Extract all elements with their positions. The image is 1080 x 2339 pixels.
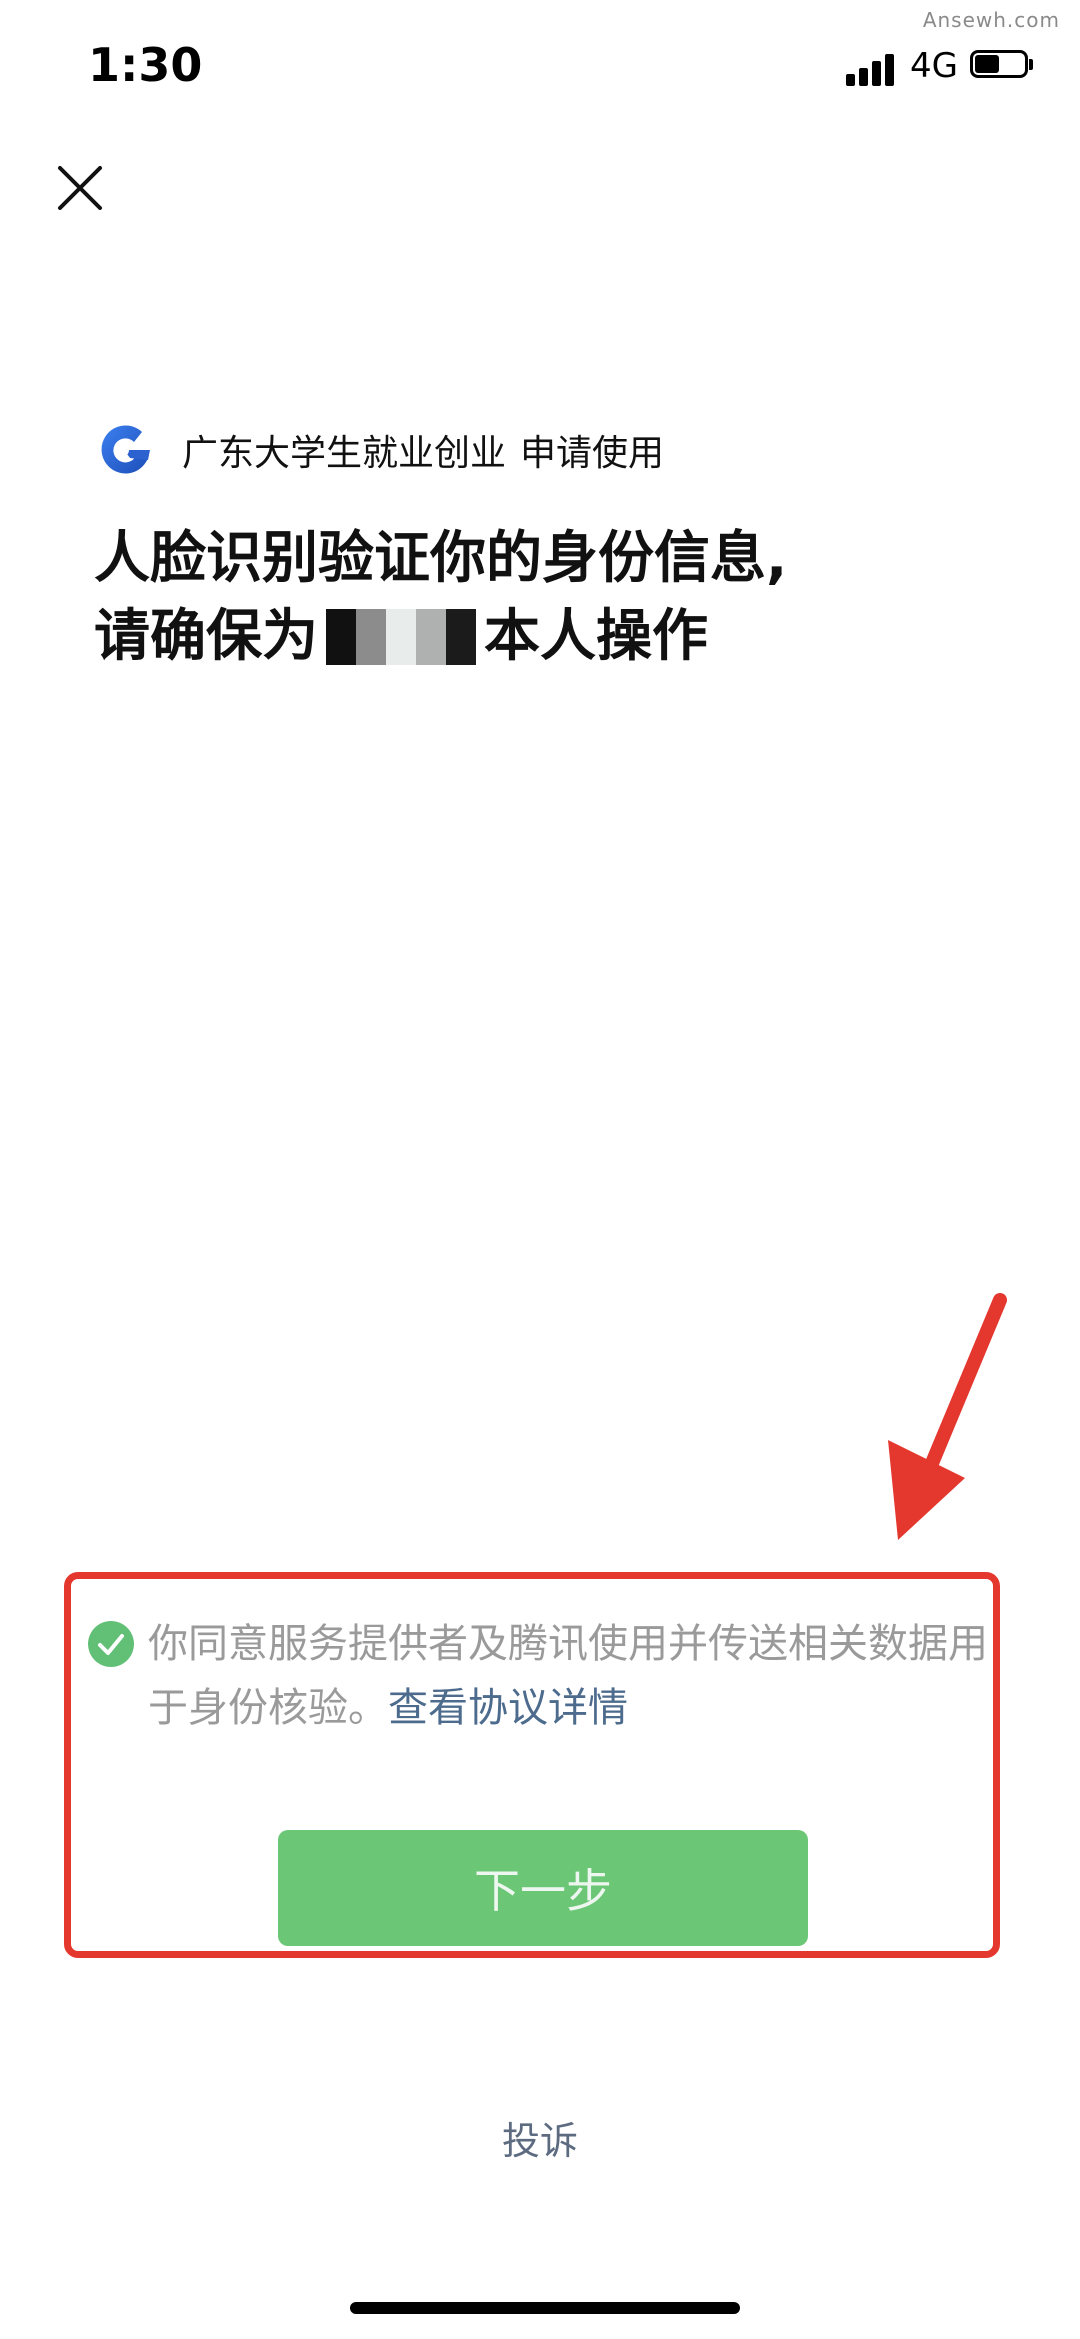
consent-checkbox[interactable]	[88, 1621, 134, 1667]
close-button[interactable]	[52, 160, 108, 216]
app-name: 广东大学生就业创业	[182, 433, 507, 474]
masked-name-block	[446, 609, 476, 665]
consent-section: 你同意服务提供者及腾讯使用并传送相关数据用于身份核验。查看协议详情	[88, 1612, 998, 1740]
title-line-2: 请确保为 本人操作	[94, 598, 1014, 676]
app-request-text: 申请使用	[520, 433, 665, 474]
close-icon	[58, 166, 102, 210]
network-type: 4G	[910, 46, 958, 86]
app-logo-icon	[101, 425, 150, 474]
complaint-link[interactable]: 投诉	[0, 2110, 1080, 2165]
masked-name-block	[416, 609, 446, 665]
title-line-2-suffix: 本人操作	[484, 604, 708, 669]
title-line-1: 人脸识别验证你的身份信息,	[94, 526, 788, 591]
masked-name-block	[356, 609, 386, 665]
battery-icon	[970, 50, 1034, 80]
check-icon	[98, 1634, 124, 1655]
annotation-arrow-icon	[888, 1293, 1007, 1540]
masked-user-name	[326, 609, 476, 665]
page-title: 人脸识别验证你的身份信息, 请确保为 本人操作	[94, 520, 1014, 676]
consent-text-block: 你同意服务提供者及腾讯使用并传送相关数据用于身份核验。查看协议详情	[88, 1612, 998, 1740]
next-step-button[interactable]: 下一步	[278, 1830, 808, 1946]
app-info: 广东大学生就业创业 申请使用	[96, 420, 664, 480]
home-indicator[interactable]	[350, 2302, 740, 2314]
agreement-link[interactable]: 查看协议详情	[388, 1685, 628, 1731]
signal-icon	[846, 52, 894, 86]
status-bar: 1:30 4G	[0, 30, 1080, 100]
watermark: Ansewh.com	[922, 8, 1060, 32]
masked-name-block	[326, 609, 356, 665]
masked-name-block	[386, 609, 416, 665]
status-time: 1:30	[88, 38, 203, 92]
title-line-2-prefix: 请确保为	[94, 604, 318, 669]
